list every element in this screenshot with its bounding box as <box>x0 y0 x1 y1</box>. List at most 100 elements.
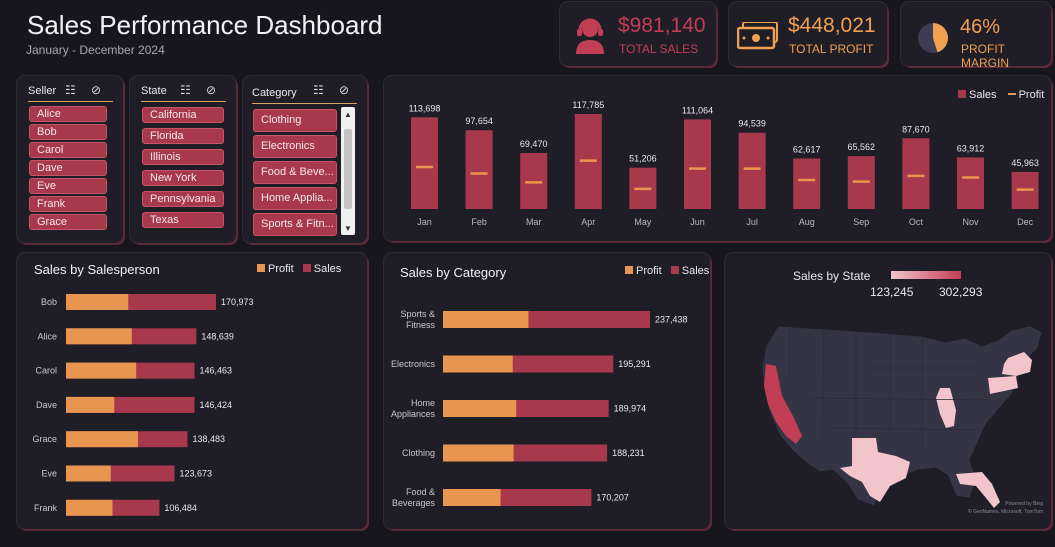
profit-bar <box>66 328 132 345</box>
seller-item-frank[interactable]: Frank <box>29 196 107 212</box>
map-color-scale <box>891 271 961 279</box>
profit-bar <box>66 431 138 448</box>
category-tick-label: Alice <box>37 331 57 341</box>
clear-filter-icon[interactable]: ⊘ <box>339 83 355 97</box>
seller-slicer: Seller ☷ ⊘ Alice Bob Carol Dave Eve Fran… <box>17 76 123 243</box>
sales-bar-feb <box>465 130 493 209</box>
kpi-profit-margin: 46% PROFIT MARGIN <box>901 2 1051 70</box>
sales-bar-jul <box>738 132 766 209</box>
sales-data-label: 62,617 <box>793 144 821 154</box>
state-item-california[interactable]: California <box>142 107 224 123</box>
profit-bar <box>66 362 137 379</box>
us-map[interactable] <box>750 318 1050 508</box>
category-tick-label: Bob <box>41 297 57 307</box>
month-tick-label: Oct <box>909 217 924 227</box>
pie-chart-icon <box>918 23 948 53</box>
salesperson-chart: 170,973 Bob 148,639 Alice 146,463 Carol 146,42… <box>32 294 254 516</box>
sales-data-label: 65,562 <box>848 142 876 152</box>
category-tick-label: Home <box>411 398 435 408</box>
sales-data-label: 189,974 <box>614 404 647 414</box>
profit-margin-label: PROFIT MARGIN <box>961 42 1009 70</box>
state-map-panel: Sales by State 123,245 302,293 Powered b… <box>725 253 1051 529</box>
clear-filter-icon[interactable]: ⊘ <box>91 83 107 97</box>
total-profit-value: $448,021 <box>788 14 876 37</box>
total-sales-label: TOTAL SALES <box>619 42 699 56</box>
profit-bar <box>443 355 513 373</box>
category-tick-label: Grace <box>32 434 57 444</box>
state-item-new-york[interactable]: New York <box>142 170 224 186</box>
category-chart: 237,438 Sports &Fitness 195,291 Electronics… <box>391 309 688 508</box>
headset-agent-icon <box>576 18 604 54</box>
profit-bar <box>443 311 529 328</box>
sales-data-label: 87,670 <box>902 124 930 134</box>
profit-bar <box>443 400 517 417</box>
profit-bar <box>66 499 113 516</box>
sales-data-label: 237,438 <box>655 315 688 325</box>
category-scrollbar[interactable]: ▲ ▼ <box>341 107 355 235</box>
category-tick-label: Clothing <box>402 448 435 458</box>
sales-data-label: 111,064 <box>682 105 713 115</box>
seller-slicer-label: Seller <box>28 85 57 97</box>
month-tick-label: Aug <box>799 217 815 227</box>
state-slicer-label: State <box>141 85 167 97</box>
monthly-sales-chart: 113,698 Jan 97,654 Feb 69,470 Mar 117,785 Apr 51… <box>409 100 1039 227</box>
seller-item-grace[interactable]: Grace <box>29 214 107 230</box>
map-scale-max: 302,293 <box>939 285 983 299</box>
profit-bar <box>66 465 111 482</box>
sales-data-label: 146,463 <box>199 366 232 376</box>
state-item-texas[interactable]: Texas <box>142 212 224 228</box>
map-scale-min: 123,245 <box>870 285 914 299</box>
category-tick-label: Beverages <box>392 498 436 508</box>
sales-bar-aug <box>793 158 821 209</box>
seller-item-alice[interactable]: Alice <box>29 106 107 122</box>
seller-item-dave[interactable]: Dave <box>29 160 107 176</box>
sales-bar-oct <box>902 138 930 209</box>
sales-data-label: 170,207 <box>596 493 629 503</box>
multi-select-icon[interactable]: ☷ <box>180 83 197 97</box>
seller-item-eve[interactable]: Eve <box>29 178 107 194</box>
scroll-up-icon[interactable]: ▲ <box>344 110 352 119</box>
category-tick-label: Eve <box>41 469 57 479</box>
map-title: Sales by State <box>793 269 871 283</box>
category-tick-label: Fitness <box>406 320 436 330</box>
sales-data-label: 69,470 <box>520 139 548 149</box>
category-tick-label: Food & <box>406 487 435 497</box>
monthly-sales-panel: Sales Profit 113,698 Jan 97,654 Feb 69,470 Ma… <box>384 76 1051 241</box>
month-tick-label: Jun <box>690 217 705 227</box>
category-item-electronics[interactable]: Electronics <box>253 135 337 158</box>
scroll-thumb[interactable] <box>344 129 352 209</box>
category-tick-label: Sports & <box>400 309 435 319</box>
money-bill-icon <box>737 22 778 50</box>
seller-item-bob[interactable]: Bob <box>29 124 107 140</box>
kpi-total-profit: $448,021 TOTAL PROFIT <box>729 2 887 66</box>
category-slicer-label: Category <box>252 87 297 99</box>
category-item-sports[interactable]: Sports & Fitn... <box>253 213 337 236</box>
multi-select-icon[interactable]: ☷ <box>313 83 330 97</box>
profit-bar <box>443 489 501 506</box>
sales-data-label: 117,785 <box>572 100 604 110</box>
kpi-total-sales: $981,140 TOTAL SALES <box>560 2 716 66</box>
state-slicer: State ☷ ⊘ California Florida Illinois Ne… <box>130 76 236 243</box>
seller-item-carol[interactable]: Carol <box>29 142 107 158</box>
multi-select-icon[interactable]: ☷ <box>65 83 82 97</box>
sales-bar-nov <box>957 157 984 209</box>
sales-data-label: 146,424 <box>199 400 232 410</box>
category-item-food[interactable]: Food & Beve... <box>253 161 337 184</box>
month-tick-label: Mar <box>526 217 542 227</box>
month-tick-label: Nov <box>962 217 979 227</box>
sales-data-label: 51,206 <box>629 154 657 164</box>
state-item-illinois[interactable]: Illinois <box>142 149 224 165</box>
profit-bar <box>66 294 129 310</box>
total-profit-label: TOTAL PROFIT <box>789 42 874 56</box>
clear-filter-icon[interactable]: ⊘ <box>206 83 222 97</box>
category-item-home[interactable]: Home Applia... <box>253 187 337 210</box>
sales-data-label: 45,963 <box>1011 158 1039 168</box>
total-sales-value: $981,140 <box>618 14 706 37</box>
scroll-down-icon[interactable]: ▼ <box>344 224 352 233</box>
month-tick-label: Feb <box>471 217 487 227</box>
state-item-pennsylvania[interactable]: Pennsylvania <box>142 191 224 207</box>
page-subtitle: January - December 2024 <box>26 43 165 57</box>
category-item-clothing[interactable]: Clothing <box>253 109 337 132</box>
state-item-florida[interactable]: Florida <box>142 128 224 144</box>
profit-bar <box>66 396 115 413</box>
